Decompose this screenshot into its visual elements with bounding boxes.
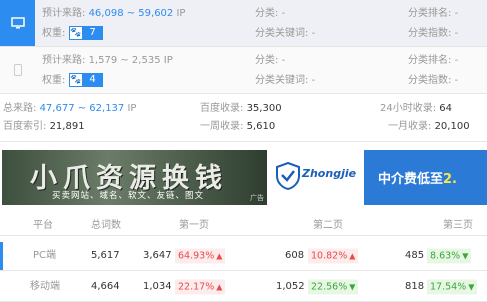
page1-change: 22.17% ▲ [175,279,226,295]
ad-right-logo-text: Zhongjie [302,167,357,180]
category-rank: 分类排名: - [408,8,459,19]
triangle-down-icon: ▼ [349,282,356,292]
platform-cell: PC端 [33,250,57,261]
traffic-estimate: 预计来路: 46,098 ~ 59,602 IP [42,8,186,19]
page3-cell[interactable]: 818 [405,280,424,294]
phone-icon [13,64,22,76]
table-row: 移动端 4,664 1,034 22.17% ▲ 1,052 22.56% ▼ 81… [0,273,487,302]
platform-cell: 移动端 [30,281,60,292]
page3-change: 17.54% ▼ [427,279,478,295]
baidu-index: 百度收录: 35,300 [200,103,282,114]
ad-banner: 小爪资源换钱 买卖网站、域名、软文、友链、图文 广告 Zhongjie 中介费低… [0,150,487,206]
category-index: 分类指数: - [408,28,459,39]
ad-right[interactable]: Zhongjie 中介费低至2. [268,150,487,205]
category: 分类: - [255,55,286,66]
weight: 权重: 🐾 7 [42,26,103,41]
page1-cell[interactable]: 1,034 [143,280,172,294]
pc-platform-tab[interactable] [0,0,35,46]
triangle-up-icon: ▲ [349,251,356,261]
month-index: 一月收录: 20,100 [388,121,470,132]
col-page1: 第一页 [179,219,209,231]
page2-change: 22.56% ▼ [308,279,359,295]
table-row: PC端 5,617 3,647 64.93% ▲ 608 10.82% ▲ 485 … [0,242,487,271]
paw-icon: 🐾 [68,73,83,87]
category-index: 分类指数: - [408,75,459,86]
week-index: 一周收录: 5,610 [200,121,276,132]
weight-badge[interactable]: 🐾 4 [68,73,103,87]
category-keyword: 分类关键词: - [255,28,316,39]
index-24h: 24小时收录: 64 [380,103,453,114]
summary-panel: 总来路: 47,677 ~ 62,137 IP 百度收录: 35,300 24小… [0,94,487,142]
category-keyword: 分类关键词: - [255,75,316,86]
page3-cell[interactable]: 485 [405,249,424,263]
ad-left[interactable]: 小爪资源换钱 买卖网站、域名、软文、友链、图文 广告 [2,150,267,205]
triangle-down-icon: ▼ [462,251,469,261]
site-row-mobile: 预计来路: 1,579 ~ 2,535 IP 权重: 🐾 4 分类: - 分类关… [0,47,487,94]
paw-icon: 🐾 [68,26,83,40]
mobile-platform-tab[interactable] [0,47,35,93]
ad-left-subtitle: 买卖网站、域名、软文、友链、图文 [52,191,205,201]
category-rank: 分类排名: - [408,55,459,66]
row-highlight-bar [0,242,3,270]
shield-logo-icon [276,162,300,190]
page1-change: 64.93% ▲ [175,248,226,264]
triangle-up-icon: ▲ [216,251,223,261]
page3-change: 8.63% ▼ [427,248,472,264]
weight: 权重: 🐾 4 [42,73,103,88]
triangle-up-icon: ▲ [216,282,223,292]
baidu-pages: 百度索引: 21,891 [3,121,85,132]
keyword-table-header: 平台 总词数 第一页 第二页 第三页 [0,216,487,236]
category: 分类: - [255,8,286,19]
page2-cell[interactable]: 1,052 [276,280,305,294]
total-traffic: 总来路: 47,677 ~ 62,137 IP [3,103,137,114]
ad-right-slogan: 中介费低至2. [378,172,457,187]
triangle-down-icon: ▼ [468,282,475,292]
weight-badge[interactable]: 🐾 7 [68,26,103,40]
traffic-estimate: 预计来路: 1,579 ~ 2,535 IP [42,55,173,66]
monitor-icon [10,17,25,29]
col-total: 总词数 [91,219,121,231]
site-row-pc: 预计来路: 46,098 ~ 59,602 IP 权重: 🐾 7 分类: - 分… [0,0,487,47]
page2-change: 10.82% ▲ [308,248,359,264]
total-cell: 5,617 [91,250,120,261]
col-page2: 第二页 [313,219,343,231]
page1-cell[interactable]: 3,647 [143,249,172,263]
ad-tag: 广告 [250,194,264,202]
page2-cell[interactable]: 608 [285,249,304,263]
total-cell: 4,664 [91,281,120,292]
col-platform: 平台 [33,219,53,231]
col-page3: 第三页 [443,219,473,231]
